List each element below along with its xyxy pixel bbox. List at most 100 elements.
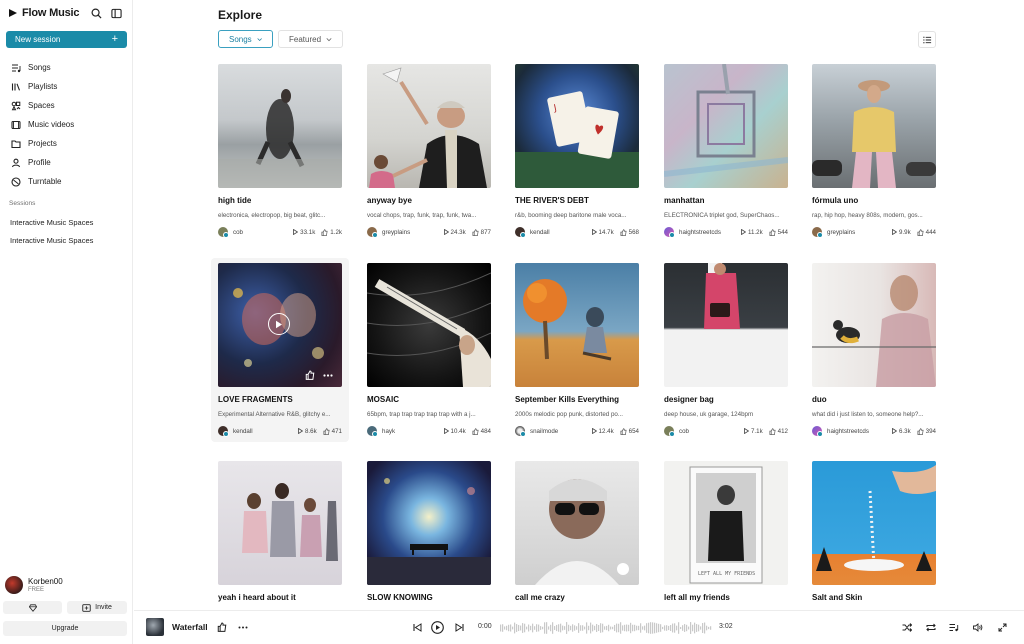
now-playing-title[interactable]: Waterfall	[172, 622, 208, 632]
author-avatar[interactable]	[367, 426, 378, 437]
author-avatar[interactable]	[515, 227, 526, 238]
play-overlay-button[interactable]	[268, 313, 290, 335]
song-title[interactable]: high tide	[218, 196, 251, 205]
waveform-bar	[652, 622, 654, 634]
list-view-button[interactable]	[918, 31, 936, 48]
song-cover-image: J	[515, 64, 639, 188]
brand[interactable]: Flow Music	[8, 6, 79, 20]
waveform-bar	[668, 625, 670, 631]
author-name[interactable]: cob	[679, 428, 744, 435]
waveform-bar	[658, 623, 660, 633]
skip-forward-icon[interactable]	[452, 620, 466, 634]
sidebar-item-music-videos[interactable]: Music videos	[0, 115, 133, 134]
song-title[interactable]: SLOW KNOWING	[367, 593, 433, 602]
author-name[interactable]: kendall	[233, 428, 298, 435]
more-options-icon[interactable]	[322, 369, 334, 381]
new-session-button[interactable]: New session +	[6, 31, 127, 48]
waveform-bar	[706, 625, 708, 631]
like-count: 877	[472, 229, 491, 236]
session-item[interactable]: Interactive Music Spaces	[10, 236, 93, 245]
expand-icon[interactable]	[995, 620, 1009, 634]
songs-filter-dropdown[interactable]: Songs	[218, 30, 273, 48]
author-avatar[interactable]	[664, 227, 675, 238]
sidebar-item-spaces[interactable]: Spaces	[0, 96, 133, 115]
author-avatar[interactable]	[218, 426, 229, 437]
sidebar-item-profile[interactable]: Profile	[0, 153, 133, 172]
repeat-icon[interactable]	[924, 620, 938, 634]
skip-back-icon[interactable]	[410, 620, 424, 634]
sidebar-item-projects[interactable]: Projects	[0, 134, 133, 153]
now-playing-cover[interactable]	[146, 618, 164, 636]
sidebar-item-turntable[interactable]: Turntable	[0, 172, 133, 191]
author-name[interactable]: haightstreetcds	[679, 229, 741, 236]
thumbs-up-icon	[917, 228, 924, 236]
play-count: 11.2k	[741, 229, 763, 236]
featured-filter-dropdown[interactable]: Featured	[278, 30, 343, 48]
songs-filter-label: Songs	[229, 34, 252, 44]
song-title[interactable]: designer bag	[664, 395, 714, 404]
waveform-bar	[606, 625, 608, 631]
waveform-scrubber[interactable]	[500, 620, 712, 636]
author-name[interactable]: cob	[233, 229, 293, 236]
song-cover-image	[367, 461, 491, 585]
gem-button[interactable]	[3, 601, 62, 614]
author-name[interactable]: haightstreetcds	[827, 428, 892, 435]
song-meta: cob 33.1k 1.2k	[218, 227, 342, 238]
session-item[interactable]: Interactive Music Spaces	[10, 218, 93, 227]
author-name[interactable]: kendall	[530, 229, 592, 236]
song-cover-image: LEFT ALL MY FRIENDS	[664, 461, 788, 585]
author-avatar[interactable]	[515, 426, 526, 437]
song-tags: what did i just listen to, someone help?…	[812, 411, 924, 418]
play-icon	[591, 229, 597, 235]
song-title[interactable]: LOVE FRAGMENTS	[218, 395, 293, 404]
waveform-bar	[598, 624, 600, 632]
waveform-bar	[710, 626, 712, 630]
waveform-bar	[534, 626, 536, 630]
song-tags: deep house, uk garage, 124bpm	[664, 411, 754, 418]
song-title[interactable]: left all my friends	[664, 593, 730, 602]
waveform-bar	[678, 622, 680, 634]
author-avatar[interactable]	[664, 426, 675, 437]
collapse-sidebar-icon[interactable]	[109, 6, 123, 20]
like-count-value: 484	[480, 427, 491, 435]
user-name: Korben00	[28, 577, 63, 586]
author-name[interactable]: greyplains	[382, 229, 444, 236]
song-title[interactable]: anyway bye	[367, 196, 412, 205]
song-title[interactable]: THE RIVER'S DEBT	[515, 196, 589, 205]
song-meta: kendall 14.7k 568	[515, 227, 639, 238]
song-title[interactable]: yeah i heard about it	[218, 593, 296, 602]
song-cover-image	[218, 461, 342, 585]
waveform-bar	[576, 626, 578, 630]
song-title[interactable]: September Kills Everything	[515, 395, 619, 404]
shuffle-icon[interactable]	[900, 620, 914, 634]
volume-icon[interactable]	[971, 620, 985, 634]
author-avatar[interactable]	[812, 227, 823, 238]
sidebar-item-playlists[interactable]: Playlists	[0, 77, 133, 96]
search-icon[interactable]	[89, 6, 103, 20]
song-title[interactable]: MOSAIC	[367, 395, 399, 404]
author-avatar[interactable]	[812, 426, 823, 437]
author-avatar[interactable]	[367, 227, 378, 238]
sidebar-item-songs[interactable]: Songs	[0, 58, 133, 77]
more-options-icon[interactable]	[236, 620, 250, 634]
upgrade-button[interactable]: Upgrade	[3, 621, 127, 636]
invite-button[interactable]: Invite	[67, 601, 127, 614]
thumbs-up-icon[interactable]	[215, 620, 229, 634]
queue-icon[interactable]	[947, 620, 961, 634]
thumbs-up-icon[interactable]	[304, 369, 316, 381]
song-title[interactable]: call me crazy	[515, 593, 565, 602]
song-title[interactable]: duo	[812, 395, 827, 404]
featured-filter-label: Featured	[289, 34, 322, 44]
song-title[interactable]: fórmula uno	[812, 196, 858, 205]
author-name[interactable]: hayk	[382, 428, 444, 435]
waveform-bar	[628, 624, 630, 632]
author-avatar[interactable]	[218, 227, 229, 238]
author-name[interactable]: greyplains	[827, 229, 892, 236]
song-title[interactable]: Salt and Skin	[812, 593, 862, 602]
play-button[interactable]	[430, 620, 444, 634]
user-profile[interactable]: Korben00 FREE	[5, 576, 63, 594]
app-name: Flow Music	[22, 7, 80, 19]
song-title[interactable]: manhattan	[664, 196, 704, 205]
author-name[interactable]: snailmode	[530, 428, 592, 435]
waveform-bar	[546, 622, 548, 634]
